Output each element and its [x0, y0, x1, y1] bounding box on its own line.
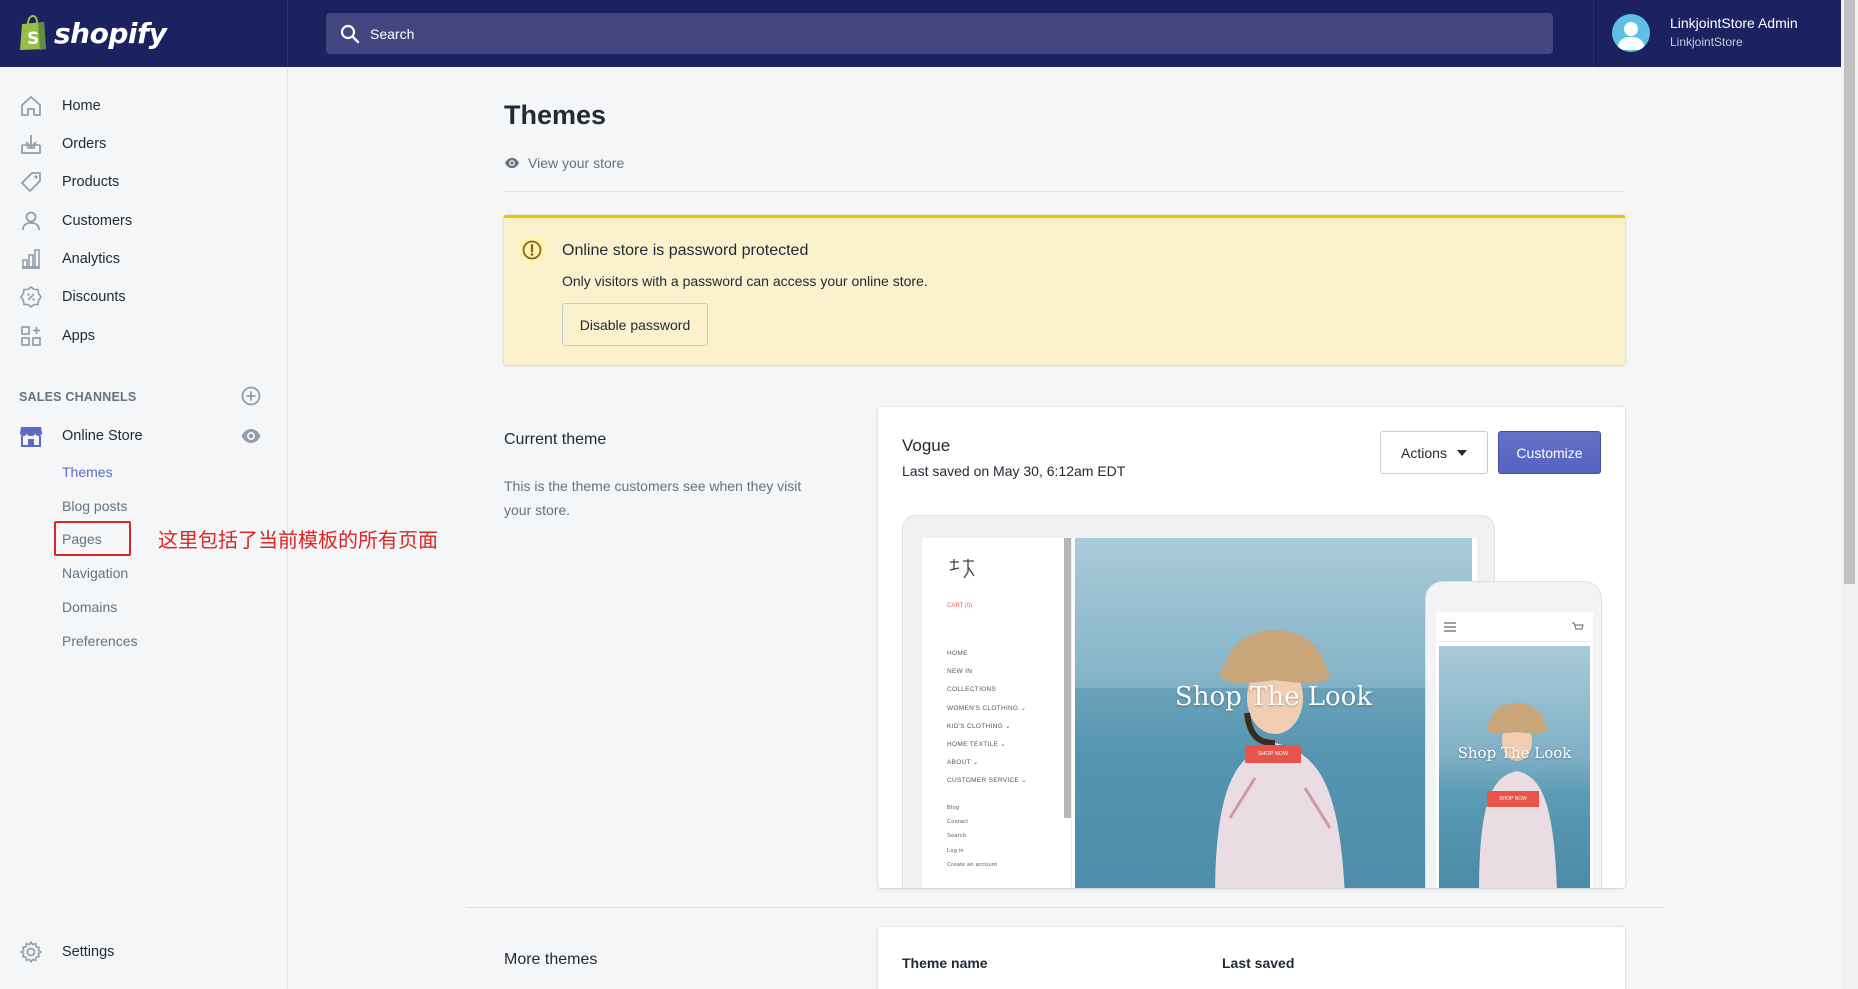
current-theme-description: This is the theme customers see when the… — [504, 478, 802, 518]
page-title: Themes — [504, 100, 607, 130]
orders-icon — [18, 131, 44, 157]
sidebar-sub-blog-posts[interactable]: Blog posts — [62, 498, 127, 514]
column-header-last-saved: Last saved — [1222, 955, 1295, 971]
person-icon — [18, 208, 44, 234]
sidebar-sub-navigation[interactable]: Navigation — [62, 565, 128, 581]
mobile-hero-title: Shop The Look — [1457, 744, 1572, 762]
brand-name: shopify — [54, 16, 167, 50]
bar-chart-icon — [18, 246, 44, 272]
scrollbar-thumb[interactable] — [1844, 0, 1855, 584]
sidebar-item-orders[interactable]: Orders — [18, 130, 268, 158]
gear-icon — [18, 939, 44, 965]
view-online-store-eye-icon[interactable] — [240, 425, 262, 447]
preview-footer-link: Contact — [947, 819, 969, 825]
preview-footer-link: Search — [947, 833, 967, 839]
current-theme-heading: Current theme — [504, 431, 607, 448]
caret-down-icon — [1456, 449, 1467, 456]
divider — [504, 191, 1625, 192]
preview-menu-item: WOMEN'S CLOTHING ⌄ — [947, 705, 1027, 712]
sidebar-item-analytics[interactable]: Analytics — [18, 245, 268, 273]
preview-menu-item: NEW IN — [947, 668, 973, 675]
user-store: LinkjointStore — [1670, 35, 1743, 49]
preview-menu-item: COLLECTIONS — [947, 686, 997, 693]
annotation-highlight-box — [54, 521, 131, 556]
sidebar-item-online-store[interactable]: Online Store — [18, 422, 268, 450]
password-banner: Online store is password protected Only … — [504, 215, 1625, 365]
sidebar-item-products[interactable]: Products — [18, 168, 268, 196]
sidebar-sub-preferences[interactable]: Preferences — [62, 633, 137, 649]
sidebar-item-apps[interactable]: Apps — [18, 322, 268, 350]
preview-menu-item: CUSTOMER SERVICE ⌄ — [947, 777, 1027, 784]
top-bar: S shopify Search LinkjointStore Admin Li… — [0, 0, 1841, 67]
customize-button[interactable]: Customize — [1498, 431, 1601, 474]
home-icon — [18, 93, 44, 119]
preview-footer-link: Blog — [947, 805, 960, 811]
theme-preview[interactable]: CART (0) HOME NEW IN COLLECTIONS WOMEN'S… — [902, 507, 1602, 888]
page-scrollbar[interactable] — [1841, 0, 1858, 989]
preview-menu-item: KID'S CLOTHING ⌄ — [947, 723, 1011, 730]
preview-shop-now-button: SHOP NOW — [1245, 745, 1301, 763]
avatar[interactable] — [1612, 14, 1650, 52]
banner-text: Only visitors with a password can access… — [562, 273, 928, 289]
theme-last-saved: Last saved on May 30, 6:12am EDT — [902, 463, 1126, 479]
current-theme-card: Vogue Last saved on May 30, 6:12am EDT A… — [878, 407, 1625, 888]
preview-hero-title: Shop The Look — [1174, 682, 1373, 712]
add-sales-channel-icon[interactable] — [240, 385, 262, 407]
column-header-theme-name: Theme name — [902, 955, 988, 971]
sidebar-sub-domains[interactable]: Domains — [62, 599, 117, 615]
preview-store-logo — [947, 558, 977, 583]
disable-password-button[interactable]: Disable password — [562, 303, 708, 346]
sidebar-item-customers[interactable]: Customers — [18, 207, 268, 235]
theme-name: Vogue — [902, 436, 951, 455]
preview-menu-item: ABOUT ⌄ — [947, 759, 979, 766]
mobile-hero-image: Shop The Look SHOP NOW — [1439, 646, 1590, 888]
sales-channels-heading: SALES CHANNELS — [19, 390, 137, 404]
search-placeholder: Search — [370, 25, 415, 42]
view-store-link[interactable]: View your store — [504, 155, 624, 171]
sidebar-item-home[interactable]: Home — [18, 92, 268, 120]
eye-icon — [505, 157, 519, 169]
preview-footer-link: Log in — [947, 848, 964, 854]
warning-icon — [518, 236, 546, 264]
preview-menu-item: HOME TEXTILE ⌄ — [947, 741, 1007, 748]
discount-icon — [18, 284, 44, 310]
actions-dropdown-button[interactable]: Actions — [1380, 431, 1488, 474]
preview-menu-item: HOME — [947, 650, 968, 657]
sidebar-item-discounts[interactable]: Discounts — [18, 283, 268, 311]
search-input[interactable]: Search — [326, 13, 1553, 54]
store-icon — [18, 423, 44, 449]
shopify-bag-icon: S — [18, 14, 48, 51]
divider — [466, 907, 1664, 908]
search-icon — [340, 24, 360, 43]
preview-hero-image: Shop The Look SHOP NOW — [1075, 538, 1472, 888]
annotation-text: 这里包括了当前模板的所有页面 — [158, 528, 438, 552]
svg-text:S: S — [27, 29, 39, 49]
preview-footer-link: Create an account — [947, 862, 998, 868]
user-name: LinkjointStore Admin — [1670, 15, 1798, 31]
sidebar-sub-themes[interactable]: Themes — [62, 464, 113, 480]
preview-cart: CART (0) — [947, 603, 973, 609]
banner-title: Online store is password protected — [562, 242, 809, 259]
user-menu[interactable]: LinkjointStore Admin LinkjointStore — [1593, 0, 1841, 67]
mobile-preview: Shop The Look SHOP NOW — [1425, 581, 1602, 888]
shopify-logo[interactable]: S shopify — [18, 14, 167, 52]
sidebar-item-settings[interactable]: Settings — [18, 938, 268, 966]
desktop-preview: CART (0) HOME NEW IN COLLECTIONS WOMEN'S… — [902, 515, 1495, 888]
more-themes-table: Theme name Last saved — [878, 927, 1625, 989]
apps-icon — [18, 323, 44, 349]
cart-icon — [1572, 622, 1584, 630]
hamburger-menu-icon — [1444, 622, 1456, 632]
preview-side-menu: CART (0) HOME NEW IN COLLECTIONS WOMEN'S… — [922, 538, 1072, 888]
more-themes-heading: More themes — [504, 951, 598, 968]
tag-icon — [18, 169, 44, 195]
mobile-shop-now-button: SHOP NOW — [1487, 791, 1539, 807]
